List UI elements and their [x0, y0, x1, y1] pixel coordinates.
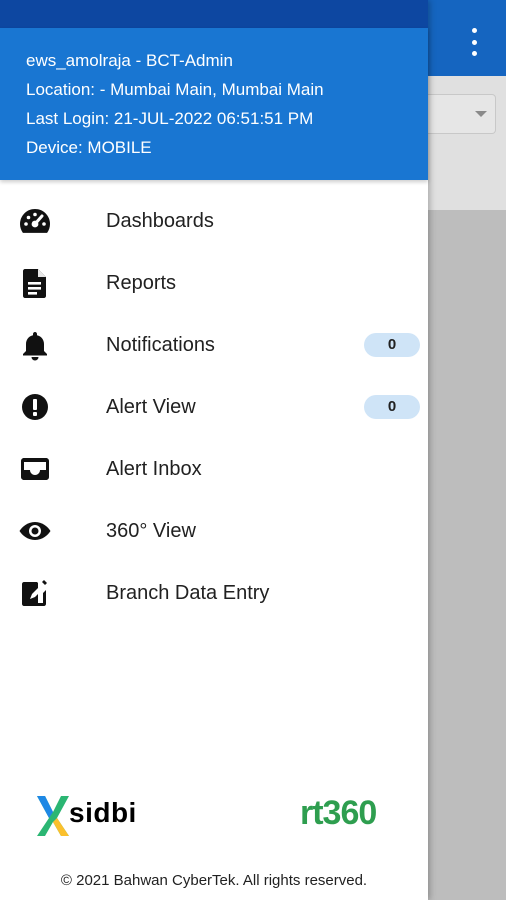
- navigation-drawer: ews_amolraja - BCT-Admin Location: - Mum…: [0, 0, 428, 900]
- inbox-icon: [18, 453, 52, 485]
- menu-item-alert-view[interactable]: Alert View 0: [0, 376, 428, 438]
- menu-label-alert-inbox: Alert Inbox: [106, 458, 202, 480]
- menu-label-notifications: Notifications: [106, 334, 215, 356]
- sidbi-logo-text: sidbi: [69, 797, 137, 828]
- menu-label-dashboards: Dashboards: [106, 210, 214, 232]
- copyright-text: © 2021 Bahwan CyberTek. All rights reser…: [60, 872, 368, 889]
- menu-item-notifications[interactable]: Notifications 0: [0, 314, 428, 376]
- menu-item-reports[interactable]: Reports: [0, 252, 428, 314]
- user-name: ews_amolraja - BCT-Admin: [26, 51, 233, 70]
- document-icon: [18, 267, 52, 299]
- drawer-menu: Dashboards Reports Notifications 0 Alert…: [0, 190, 428, 624]
- menu-label-alert-view: Alert View: [106, 396, 196, 418]
- edit-box-icon: [18, 577, 52, 609]
- more-vertical-icon[interactable]: [462, 28, 486, 56]
- exclamation-circle-icon: [18, 391, 52, 423]
- bell-icon: [18, 329, 52, 361]
- eye-icon: [18, 515, 52, 547]
- menu-label-reports: Reports: [106, 272, 177, 294]
- alert-view-count-badge: 0: [364, 395, 420, 419]
- chevron-down-icon: [475, 111, 487, 117]
- notifications-count-badge: 0: [364, 333, 420, 357]
- menu-label-360-view: 360° View: [106, 520, 196, 542]
- device-info: Device: MOBILE: [26, 138, 152, 157]
- menu-item-dashboards[interactable]: Dashboards: [0, 190, 428, 252]
- menu-item-branch-data-entry[interactable]: Branch Data Entry: [0, 562, 428, 624]
- menu-label-branch-data-entry: Branch Data Entry: [106, 582, 270, 604]
- status-bar: [0, 0, 428, 28]
- user-location: Location: - Mumbai Main, Mumbai Main: [26, 80, 324, 99]
- menu-item-360-view[interactable]: 360° View: [0, 500, 428, 562]
- menu-item-alert-inbox[interactable]: Alert Inbox: [0, 438, 428, 500]
- speedometer-icon: [18, 205, 52, 237]
- rt360-logo: rt360: [300, 794, 377, 832]
- sidbi-logo: sidbi: [35, 792, 145, 840]
- last-login: Last Login: 21-JUL-2022 06:51:51 PM: [26, 109, 314, 128]
- background-dropdown: [428, 94, 496, 134]
- sidbi-mark-icon: [37, 796, 69, 836]
- user-info-header: ews_amolraja - BCT-Admin Location: - Mum…: [0, 28, 428, 180]
